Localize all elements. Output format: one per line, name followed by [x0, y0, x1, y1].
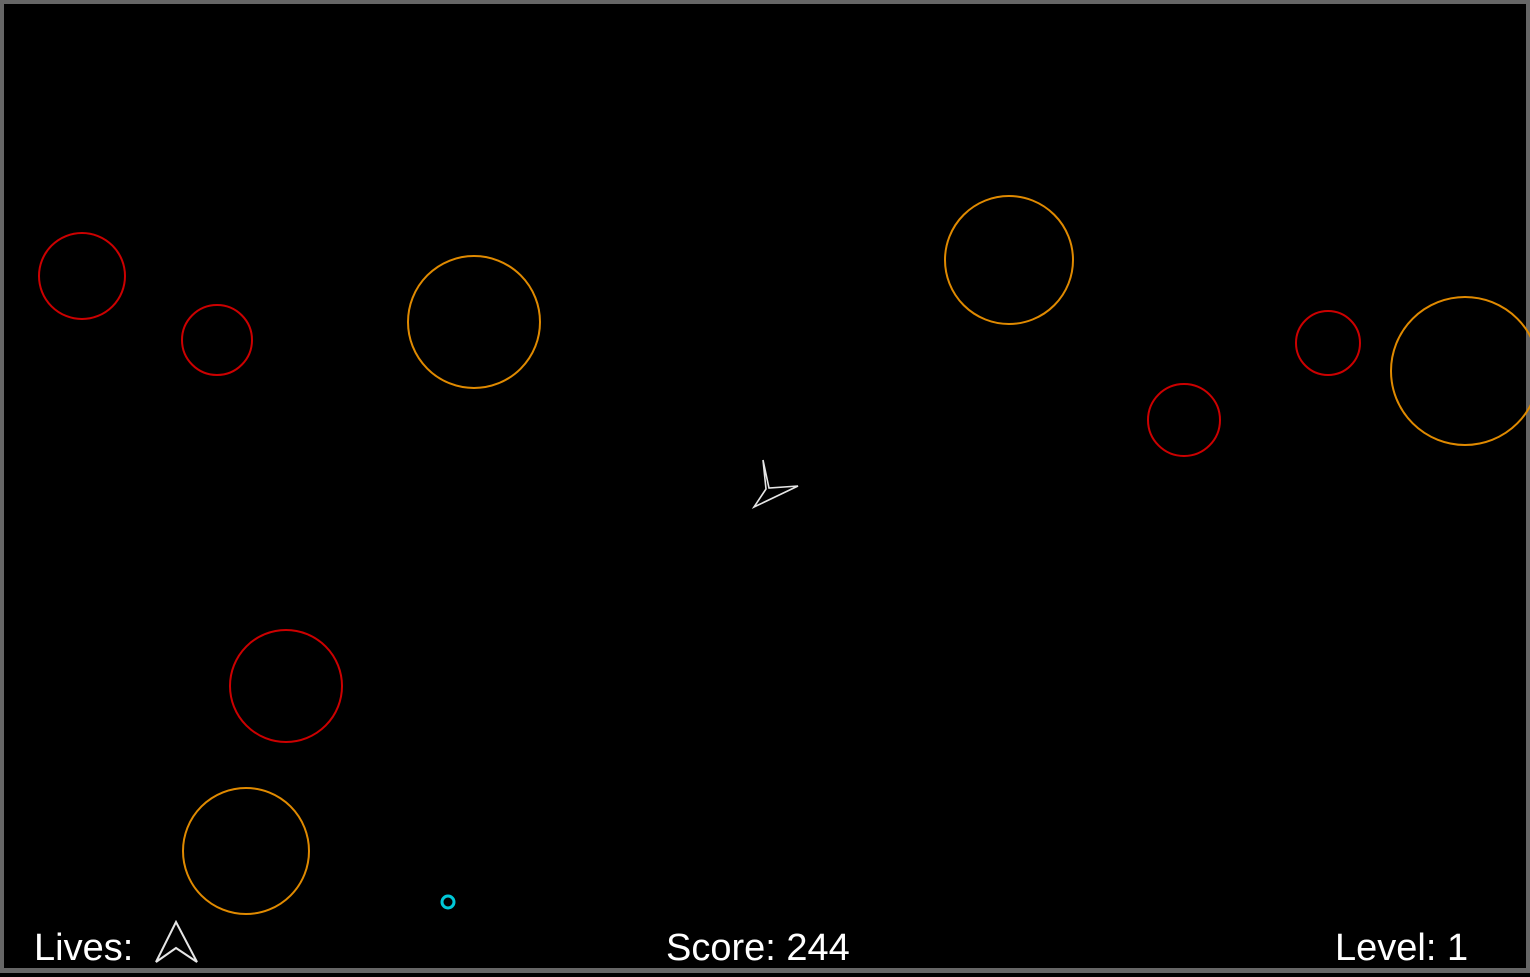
asteroid-medium	[1147, 383, 1221, 457]
asteroid-medium	[229, 629, 343, 743]
asteroid-medium	[38, 232, 126, 320]
ship-icon	[751, 459, 799, 509]
asteroid-large	[944, 195, 1074, 325]
game-viewport[interactable]: Lives: Score: 244 Level: 1	[0, 0, 1530, 973]
asteroid-medium	[1295, 310, 1361, 376]
asteroid-large	[1390, 296, 1530, 446]
asteroid-large	[182, 787, 310, 915]
level-display: Level: 1	[1335, 927, 1469, 969]
asteroid-medium	[181, 304, 253, 376]
asteroid-large	[407, 255, 541, 389]
powerup-ring	[440, 894, 456, 910]
score-display: Score: 244	[666, 927, 850, 969]
life-ship-icon	[155, 920, 198, 963]
lives-label: Lives:	[34, 927, 134, 969]
game-canvas[interactable]	[4, 4, 1530, 977]
